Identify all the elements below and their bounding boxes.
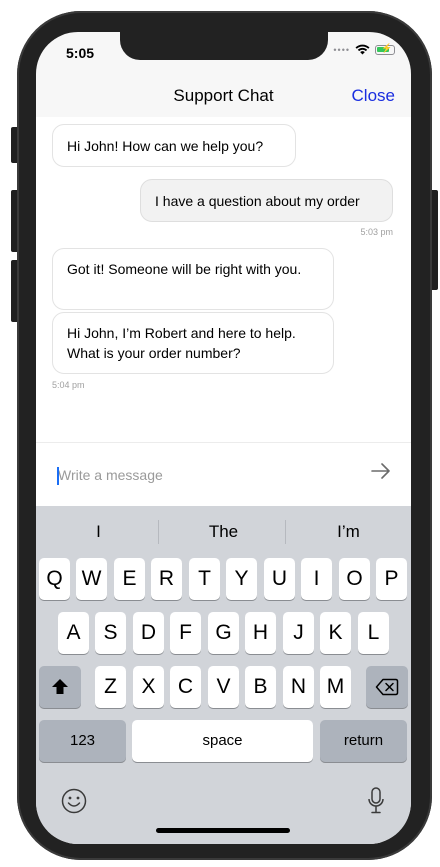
nav-bar: Support Chat Close [36,77,411,117]
backspace-icon [375,678,399,696]
key-w[interactable]: W [76,558,107,600]
shift-key[interactable] [39,666,81,708]
key-j[interactable]: J [283,612,314,654]
key-i[interactable]: I [301,558,332,600]
notch [120,32,328,60]
message-composer[interactable]: Write a message [36,442,411,507]
power-button [432,190,438,290]
prediction-1[interactable]: I [36,514,161,550]
key-x[interactable]: X [133,666,164,708]
microphone-icon[interactable] [367,787,385,815]
key-p[interactable]: P [376,558,407,600]
key-e[interactable]: E [114,558,145,600]
home-indicator[interactable] [156,828,290,833]
key-d[interactable]: D [133,612,164,654]
key-m[interactable]: M [320,666,351,708]
key-o[interactable]: O [339,558,370,600]
message-bubble-outgoing: I have a question about my order [140,179,393,222]
key-s[interactable]: S [95,612,126,654]
close-button[interactable]: Close [352,86,395,106]
space-key[interactable]: space [132,720,313,762]
status-icons: •••• ⚡ [333,43,395,55]
message-input[interactable]: Write a message [58,467,163,483]
status-time: 5:05 [66,45,95,61]
phone-screen: 5:05 •••• ⚡ Support Chat Close Hi John! … [36,32,411,844]
prediction-3[interactable]: I’m [286,514,411,550]
key-y[interactable]: Y [226,558,257,600]
battery-icon: ⚡ [375,43,395,55]
key-z[interactable]: Z [95,666,126,708]
prediction-divider [158,520,159,544]
message-timestamp: 5:03 pm [360,227,393,237]
key-l[interactable]: L [358,612,389,654]
signal-icon: •••• [333,44,350,55]
key-t[interactable]: T [189,558,220,600]
keyboard: I The I’m Q W E R T Y U I O P A S D F G … [36,506,411,844]
key-b[interactable]: B [245,666,276,708]
message-bubble-incoming: Got it! Someone will be right with you. [52,248,334,310]
send-arrow-icon[interactable] [369,459,393,483]
prediction-2[interactable]: The [161,514,286,550]
key-c[interactable]: C [170,666,201,708]
key-g[interactable]: G [208,612,239,654]
key-u[interactable]: U [264,558,295,600]
key-h[interactable]: H [245,612,276,654]
shift-icon [52,679,68,694]
wifi-icon [355,44,370,55]
key-f[interactable]: F [170,612,201,654]
numbers-key[interactable]: 123 [39,720,126,762]
message-bubble-incoming: Hi John, I’m Robert and here to help. Wh… [52,312,334,374]
key-r[interactable]: R [151,558,182,600]
key-k[interactable]: K [320,612,351,654]
text-cursor [57,467,59,485]
key-a[interactable]: A [58,612,89,654]
chat-thread: Hi John! How can we help you? I have a q… [36,117,411,442]
message-bubble-incoming: Hi John! How can we help you? [52,124,296,167]
emoji-icon[interactable] [61,788,87,814]
key-q[interactable]: Q [39,558,70,600]
key-v[interactable]: V [208,666,239,708]
delete-key[interactable] [366,666,408,708]
return-key[interactable]: return [320,720,407,762]
key-n[interactable]: N [283,666,314,708]
message-timestamp: 5:04 pm [52,380,85,390]
